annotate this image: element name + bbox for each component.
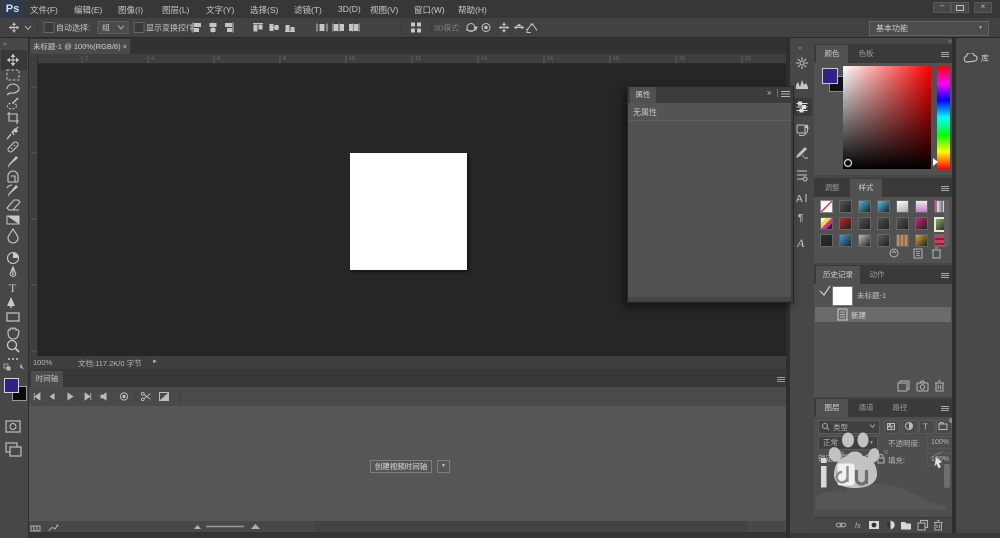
svg-text:»: » [798,45,802,52]
svg-text:A: A [796,236,805,250]
svg-text:2: 2 [85,56,88,62]
svg-text:组: 组 [102,23,110,33]
svg-text:T: T [9,281,17,295]
svg-text:18: 18 [613,56,619,62]
svg-text:6: 6 [217,56,220,62]
svg-text:fx: fx [855,521,861,530]
svg-text:A: A [796,194,803,205]
svg-text:20: 20 [679,56,685,62]
svg-text:14: 14 [481,56,487,62]
svg-text:显示变换控件: 显示变换控件 [146,23,194,33]
svg-text:10: 10 [349,56,355,62]
svg-text:自动选择:: 自动选择: [56,23,90,33]
svg-text:22: 22 [745,56,751,62]
svg-text:12: 12 [415,56,421,62]
svg-text:¶: ¶ [798,213,803,224]
svg-text:T: T [923,423,928,432]
svg-text:»: » [3,41,7,48]
svg-text:16: 16 [547,56,553,62]
svg-text:8: 8 [283,56,286,62]
svg-text:3D模式:: 3D模式: [434,23,461,33]
svg-text:4: 4 [151,56,154,62]
